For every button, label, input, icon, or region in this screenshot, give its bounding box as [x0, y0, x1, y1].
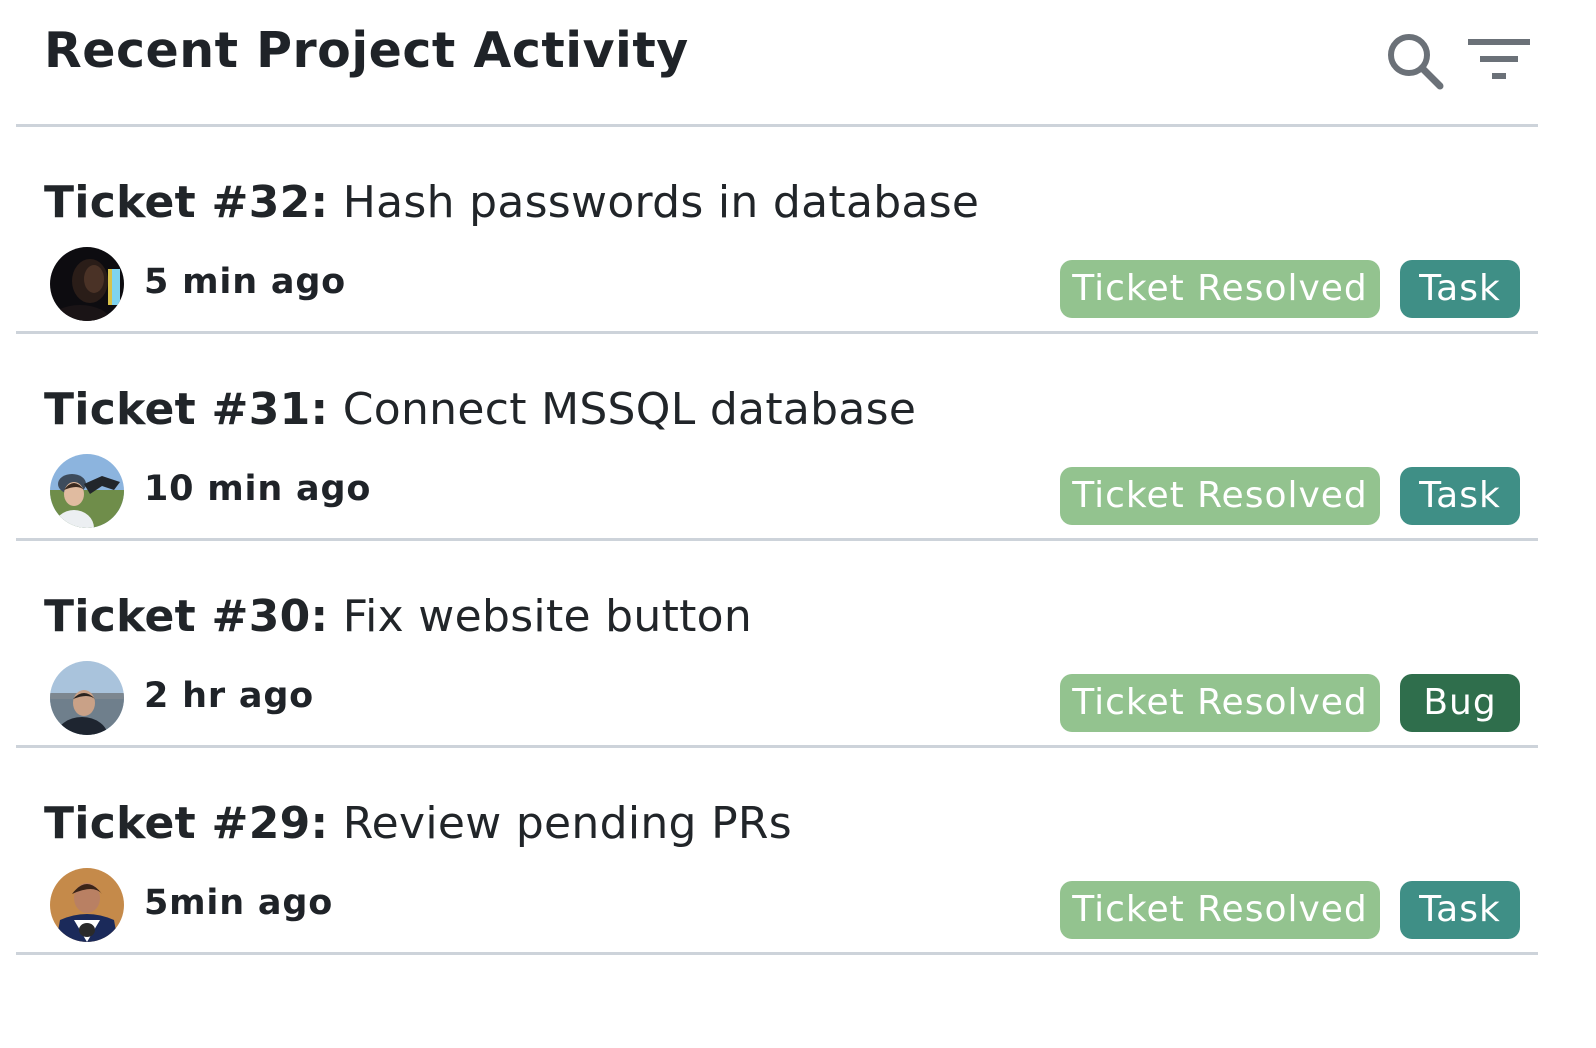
page-title: Recent Project Activity	[44, 22, 689, 79]
list-item[interactable]: Ticket #30: Fix website button 2 hr ago …	[0, 541, 1596, 748]
filter-button[interactable]	[1466, 28, 1534, 96]
item-title: Ticket #32: Hash passwords in database	[44, 177, 979, 228]
search-icon	[1388, 34, 1444, 90]
item-title: Ticket #31: Connect MSSQL database	[44, 384, 916, 435]
avatar[interactable]	[50, 247, 124, 321]
type-badge: Task	[1400, 467, 1520, 525]
list-item[interactable]: Ticket #29: Review pending PRs 5min ago …	[0, 748, 1596, 955]
status-badge: Ticket Resolved	[1060, 881, 1380, 939]
activity-header: Recent Project Activity	[0, 0, 1596, 127]
list-item[interactable]: Ticket #32: Hash passwords in database 5…	[0, 127, 1596, 334]
item-title: Ticket #29: Review pending PRs	[44, 798, 792, 849]
avatar[interactable]	[50, 868, 124, 942]
ticket-summary: Review pending PRs	[342, 798, 792, 849]
activity-time: 5 min ago	[144, 262, 347, 302]
ticket-number: Ticket #30:	[44, 591, 329, 642]
type-badge: Task	[1400, 881, 1520, 939]
ticket-summary: Hash passwords in database	[342, 177, 980, 228]
activity-list: Ticket #32: Hash passwords in database 5…	[0, 127, 1596, 955]
item-title: Ticket #30: Fix website button	[44, 591, 752, 642]
ticket-number: Ticket #32:	[44, 177, 329, 228]
activity-time: 5min ago	[144, 883, 334, 923]
list-item[interactable]: Ticket #31: Connect MSSQL database 10 mi…	[0, 334, 1596, 541]
search-button[interactable]	[1382, 28, 1450, 96]
activity-time: 10 min ago	[144, 469, 372, 509]
status-badge: Ticket Resolved	[1060, 674, 1380, 732]
ticket-number: Ticket #31:	[44, 384, 329, 435]
type-badge: Bug	[1400, 674, 1520, 732]
activity-time: 2 hr ago	[144, 676, 315, 716]
avatar[interactable]	[50, 454, 124, 528]
item-divider	[16, 952, 1538, 955]
ticket-summary: Connect MSSQL database	[342, 384, 917, 435]
filter-icon	[1468, 39, 1530, 79]
ticket-number: Ticket #29:	[44, 798, 329, 849]
avatar[interactable]	[50, 661, 124, 735]
ticket-summary: Fix website button	[342, 591, 753, 642]
status-badge: Ticket Resolved	[1060, 260, 1380, 318]
status-badge: Ticket Resolved	[1060, 467, 1380, 525]
type-badge: Task	[1400, 260, 1520, 318]
